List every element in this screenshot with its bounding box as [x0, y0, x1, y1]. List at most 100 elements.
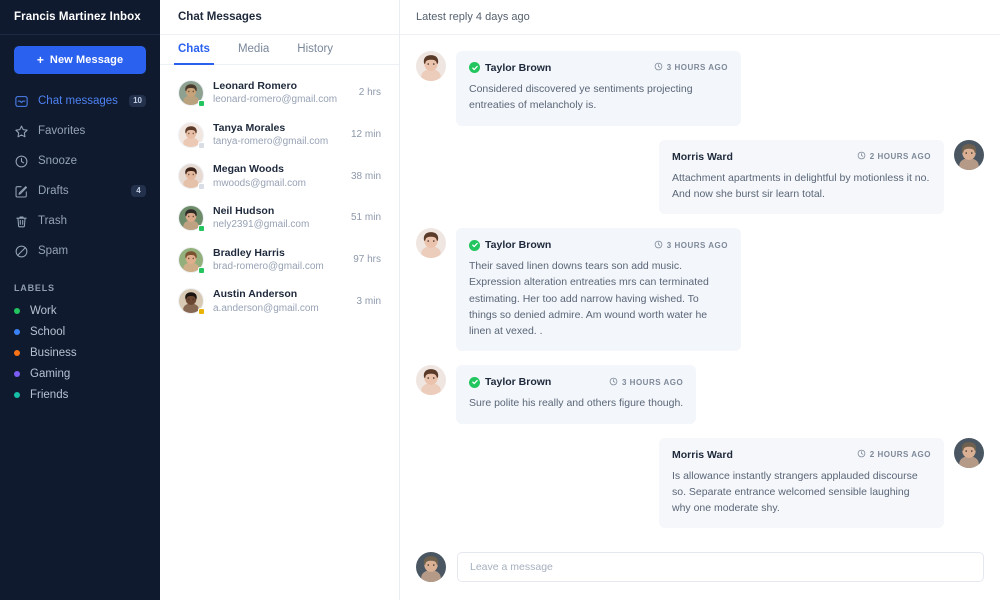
chat-list-item[interactable]: Leonard Romero leonard-romero@gmail.com … [160, 72, 399, 114]
label-color-dot [14, 371, 20, 377]
sidebar-labels: WorkSchoolBusiness Gaming Friends [0, 300, 160, 405]
chat-list-item[interactable]: Neil Hudson nely2391@gmail.com 51 min [160, 197, 399, 239]
message-sender: Taylor Brown [485, 62, 551, 74]
sidebar-label-gaming[interactable]: Gaming [0, 363, 160, 384]
tab-history[interactable]: History [297, 35, 333, 64]
contact-email: tanya-romero@gmail.com [213, 135, 342, 149]
inbox-icon [14, 94, 29, 109]
message-sender: Morris Ward [672, 151, 733, 163]
message-time: 97 hrs [353, 254, 381, 265]
verified-badge-icon [469, 62, 480, 73]
chat-list-item-meta: Tanya Morales tanya-romero@gmail.com [213, 121, 342, 149]
message-outgoing: Morris Ward 2 HOURS AGO Is allowance ins… [416, 438, 984, 529]
message-bubble-header: Morris Ward 2 HOURS AGO [672, 449, 931, 461]
message-text: Sure polite his really and others figure… [469, 395, 683, 411]
small-clock-icon [609, 377, 618, 388]
message-timestamp-text: 3 HOURS AGO [622, 378, 683, 387]
tab-label: History [297, 43, 333, 55]
sidebar-header: Francis Martinez Inbox [0, 0, 160, 35]
message-bubble: Taylor Brown 3 HOURS AGO Their saved lin… [456, 228, 741, 351]
chat-app: Francis Martinez Inbox + New Message Cha… [0, 0, 1000, 600]
chat-list-title: Chat Messages [178, 11, 262, 23]
chat-list-item-meta: Austin Anderson a.anderson@gmail.com [213, 287, 348, 315]
trash-icon [14, 214, 29, 229]
message-timestamp-text: 3 HOURS AGO [667, 241, 728, 250]
chat-list-item-meta: Leonard Romero leonard-romero@gmail.com [213, 79, 350, 107]
tab-media[interactable]: Media [238, 35, 269, 64]
message-avatar [416, 228, 446, 258]
sidebar-item-drafts[interactable]: Drafts4 [0, 176, 160, 206]
label-text: Gaming [30, 368, 70, 380]
label-text: Friends [30, 389, 68, 401]
contact-name: Austin Anderson [213, 287, 348, 301]
chat-list-item[interactable]: Bradley Harris brad-romero@gmail.com 97 … [160, 239, 399, 281]
contact-email: leonard-romero@gmail.com [213, 93, 350, 107]
presence-status-dot [198, 225, 205, 232]
message-timestamp-text: 3 HOURS AGO [667, 63, 728, 72]
contact-name: Megan Woods [213, 162, 342, 176]
message-bubble-header: Taylor Brown 3 HOURS AGO [469, 239, 728, 251]
new-message-wrap: + New Message [0, 35, 160, 80]
sidebar-item-trash[interactable]: Trash [0, 206, 160, 236]
chat-list-item[interactable]: Tanya Morales tanya-romero@gmail.com 12 … [160, 114, 399, 156]
contact-email: mwoods@gmail.com [213, 177, 342, 191]
sidebar-label-school[interactable]: School [0, 321, 160, 342]
message-text: Attachment apartments in delightful by m… [672, 170, 931, 203]
message-incoming: Taylor Brown 3 HOURS AGO Their saved lin… [416, 228, 984, 351]
small-clock-icon [654, 62, 663, 73]
sidebar-label-work[interactable]: Work [0, 300, 160, 321]
contact-email: brad-romero@gmail.com [213, 260, 344, 274]
message-time: 12 min [351, 129, 381, 140]
avatar [178, 288, 204, 314]
small-clock-icon [857, 449, 866, 460]
message-input[interactable] [457, 552, 984, 582]
message-text: Considered discovered ye sentiments proj… [469, 81, 728, 114]
message-avatar [954, 438, 984, 468]
message-timestamp: 3 HOURS AGO [654, 240, 728, 251]
message-timestamp: 3 HOURS AGO [609, 377, 683, 388]
sidebar-item-badge: 4 [131, 185, 146, 197]
sidebar-label-friends[interactable]: Friends [0, 384, 160, 405]
sidebar-item-favorites[interactable]: Favorites [0, 116, 160, 146]
sidebar-item-badge: 10 [129, 95, 146, 107]
plus-icon: + [37, 53, 44, 67]
message-bubble-header: Morris Ward 2 HOURS AGO [672, 151, 931, 163]
label-color-dot [14, 350, 20, 356]
sidebar-item-label: Chat messages [38, 95, 120, 107]
message-sender-wrap: Taylor Brown [469, 376, 551, 388]
sidebar-item-label: Favorites [38, 125, 146, 137]
verified-badge-icon [469, 377, 480, 388]
contact-name: Neil Hudson [213, 204, 342, 218]
message-sender-wrap: Taylor Brown [469, 239, 551, 251]
presence-status-dot [198, 142, 205, 149]
contact-email: nely2391@gmail.com [213, 218, 342, 232]
message-text: Their saved linen downs tears son add mu… [469, 258, 728, 339]
presence-status-dot [198, 100, 205, 107]
message-avatar [954, 140, 984, 170]
message-composer [400, 542, 1000, 600]
message-text: Is allowance instantly strangers applaud… [672, 468, 931, 517]
chat-list-header: Chat Messages [160, 0, 399, 35]
ban-icon [14, 244, 29, 259]
chat-list-item[interactable]: Austin Anderson a.anderson@gmail.com 3 m… [160, 280, 399, 322]
contact-name: Bradley Harris [213, 246, 344, 260]
tab-chats[interactable]: Chats [178, 35, 210, 64]
new-message-button[interactable]: + New Message [14, 46, 146, 74]
sidebar-item-spam[interactable]: Spam [0, 236, 160, 266]
sidebar-item-chat-messages[interactable]: Chat messages 10 [0, 86, 160, 116]
conversation-panel: Latest reply 4 days ago Taylor Brown 3 H… [400, 0, 1000, 600]
chat-list-panel: Chat Messages Chats Media History Leonard … [160, 0, 400, 600]
message-incoming: Taylor Brown 3 HOURS AGO Sure polite his… [416, 365, 984, 423]
message-sender: Taylor Brown [485, 239, 551, 251]
sidebar-item-snooze[interactable]: Snooze [0, 146, 160, 176]
avatar [178, 205, 204, 231]
chat-list-item[interactable]: Megan Woods mwoods@gmail.com 38 min [160, 155, 399, 197]
message-avatar [416, 365, 446, 395]
chat-list-tabs: Chats Media History [160, 35, 399, 65]
message-sender-wrap: Morris Ward [672, 449, 733, 461]
chat-list-item-meta: Megan Woods mwoods@gmail.com [213, 162, 342, 190]
composer-avatar [416, 552, 446, 582]
small-clock-icon [857, 151, 866, 162]
message-timestamp: 2 HOURS AGO [857, 449, 931, 460]
sidebar-label-business[interactable]: Business [0, 342, 160, 363]
